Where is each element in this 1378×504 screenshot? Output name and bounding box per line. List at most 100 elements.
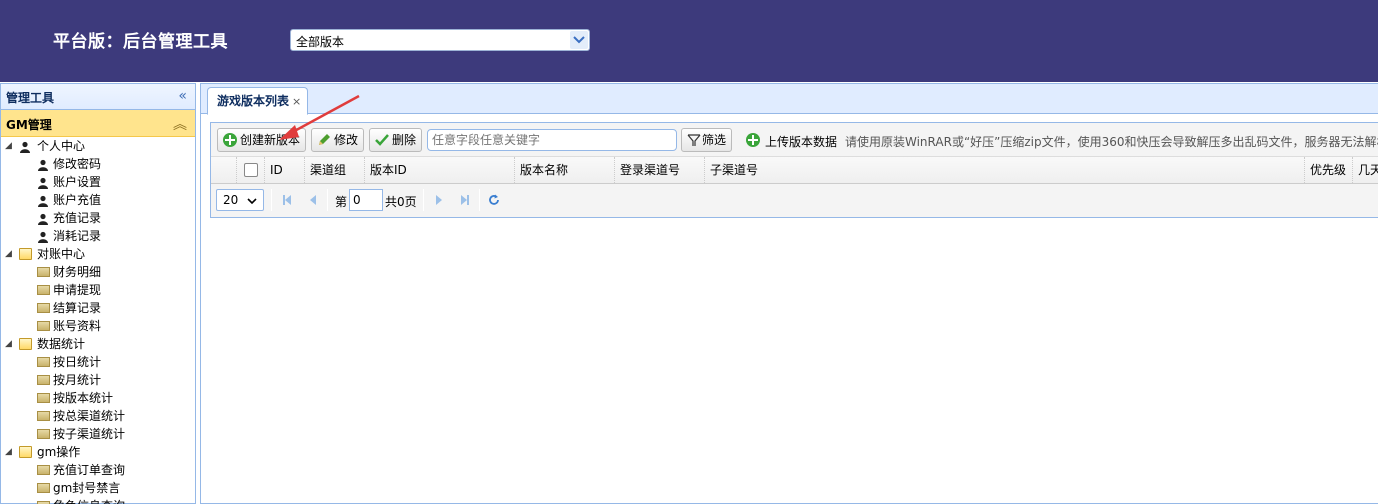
folder-icon	[37, 267, 50, 277]
pager-separator	[423, 189, 424, 211]
accordion-gm-title: GM管理	[6, 118, 52, 132]
tree-item-label: 按子渠道统计	[53, 427, 126, 441]
collapse-left-icon[interactable]: «	[178, 88, 187, 104]
column-priority[interactable]: 优先级	[1305, 157, 1353, 183]
page-number-input[interactable]	[349, 189, 383, 211]
grid-header: ID 渠道组 版本ID 版本名称 登录渠道号 子渠道号 优先级 几天	[211, 157, 1378, 184]
column-login-channel[interactable]: 登录渠道号	[615, 157, 705, 183]
folder-icon	[37, 429, 50, 439]
pager-separator	[479, 189, 480, 211]
tree-item[interactable]: 按月统计	[1, 371, 195, 389]
tree-group-label: 数据统计	[37, 337, 86, 351]
tree-group-gm[interactable]: ◢ gm操作	[1, 443, 195, 461]
filter-button[interactable]: 筛选	[681, 128, 733, 152]
annotation-arrow	[279, 94, 360, 140]
keyword-search-input[interactable]	[427, 129, 677, 151]
upload-hint-text: 请使用原装WinRAR或“好压”压缩zip文件，使用360和快压会导致解压多出乱…	[845, 135, 1378, 149]
folder-icon	[37, 321, 50, 331]
next-page-icon[interactable]	[433, 194, 445, 206]
tree-item-label: 申请提现	[53, 283, 102, 297]
column-channel-group[interactable]: 渠道组	[305, 157, 365, 183]
accordion-gm-header[interactable]: GM管理 ︽	[1, 110, 195, 137]
tree-item[interactable]: 按子渠道统计	[1, 425, 195, 443]
page-size-select[interactable]: 20	[216, 189, 264, 211]
user-icon	[37, 176, 50, 189]
add-icon	[746, 133, 760, 147]
tree-item-label: 充值订单查询	[53, 463, 126, 477]
top-header: 平台版：后台管理工具 全部版本	[0, 0, 1378, 82]
expand-toggle-icon[interactable]: ◢	[5, 245, 12, 263]
refresh-icon[interactable]	[488, 194, 500, 206]
tree-item[interactable]: 账号资料	[1, 317, 195, 335]
tree-item[interactable]: 账户充值	[1, 191, 195, 209]
folder-icon	[37, 411, 50, 421]
select-all-column	[237, 157, 265, 183]
tree-item[interactable]: 按总渠道统计	[1, 407, 195, 425]
main-panel: 游戏版本列表× 创建新版本 修改 删除 筛选 上传版本数	[200, 83, 1378, 504]
first-page-icon[interactable]	[281, 194, 293, 206]
tree-item[interactable]: 账户设置	[1, 173, 195, 191]
folder-icon	[37, 303, 50, 313]
tree-item[interactable]: 申请提现	[1, 281, 195, 299]
app-title: 平台版：后台管理工具	[53, 32, 228, 52]
folder-icon	[37, 375, 50, 385]
tree-item[interactable]: 充值订单查询	[1, 461, 195, 479]
filter-label: 筛选	[702, 133, 727, 147]
upload-label: 上传版本数据	[765, 135, 838, 149]
tree-item-label: 修改密码	[53, 157, 102, 171]
version-select-value: 全部版本	[296, 35, 345, 49]
filter-icon	[687, 134, 701, 146]
tree-item[interactable]: 消耗记录	[1, 227, 195, 245]
select-all-checkbox[interactable]	[244, 163, 258, 177]
prev-page-icon[interactable]	[307, 194, 319, 206]
folder-icon	[37, 393, 50, 403]
tab-bar: 游戏版本列表 ×	[201, 84, 1378, 115]
collapse-up-icon[interactable]: ︽	[173, 114, 187, 134]
tree-item[interactable]: gm封号禁言	[1, 479, 195, 497]
tree-item[interactable]: 充值记录	[1, 209, 195, 227]
tree-item[interactable]: 财务明细	[1, 263, 195, 281]
last-page-icon[interactable]	[459, 194, 471, 206]
column-version-id[interactable]: 版本ID	[365, 157, 515, 183]
tree-item-label: 按总渠道统计	[53, 409, 126, 423]
column-sub-channel[interactable]: 子渠道号	[705, 157, 1305, 183]
tree-item[interactable]: 按日统计	[1, 353, 195, 371]
expand-toggle-icon[interactable]: ◢	[5, 443, 12, 461]
column-id[interactable]: ID	[265, 157, 305, 183]
tree-item[interactable]: 按版本统计	[1, 389, 195, 407]
page-size-value: 20	[223, 193, 239, 207]
tree-item[interactable]: 结算记录	[1, 299, 195, 317]
chevron-down-icon[interactable]	[570, 31, 588, 49]
tree-group-billing[interactable]: ◢ 对账中心	[1, 245, 195, 263]
tree-group-label: 个人中心	[37, 139, 86, 153]
folder-open-icon	[19, 338, 32, 350]
expand-toggle-icon[interactable]: ◢	[5, 137, 12, 155]
nav-tree: ◢ 个人中心修改密码账户设置账户充值充值记录消耗记录 ◢ 对账中心 财务明细申请提现结算…	[1, 137, 195, 504]
folder-icon	[37, 483, 50, 493]
user-icon	[19, 140, 32, 153]
version-select[interactable]: 全部版本	[290, 29, 590, 51]
user-icon	[37, 230, 50, 243]
row-number-column	[211, 157, 237, 183]
version-datagrid: 创建新版本 修改 删除 筛选 上传版本数据 请使用原装WinRAR或“好压”压缩…	[210, 122, 1378, 218]
column-days[interactable]: 几天	[1353, 157, 1378, 183]
folder-icon	[37, 285, 50, 295]
tree-item[interactable]: 角色信息查询	[1, 497, 195, 504]
total-pages-text: 共0页	[385, 195, 417, 209]
column-version-name[interactable]: 版本名称	[515, 157, 615, 183]
check-icon	[375, 134, 389, 146]
tree-item-label: 充值记录	[53, 211, 102, 225]
grid-toolbar: 创建新版本 修改 删除 筛选 上传版本数据 请使用原装WinRAR或“好压”压缩…	[211, 123, 1378, 157]
folder-open-icon	[19, 446, 32, 458]
tree-group-personal[interactable]: ◢ 个人中心	[1, 137, 195, 155]
tree-item[interactable]: 修改密码	[1, 155, 195, 173]
tree-item-label: 按日统计	[53, 355, 102, 369]
page-label: 第	[335, 195, 348, 209]
sidebar: 管理工具 « GM管理 ︽ ◢ 个人中心 修改密码 账户设置 账户充值 充值记录 消耗记录 ◢…	[0, 83, 196, 504]
tree-item-label: 结算记录	[53, 301, 102, 315]
delete-label: 删除	[392, 133, 417, 147]
expand-toggle-icon[interactable]: ◢	[5, 335, 12, 353]
tree-group-stats[interactable]: ◢ 数据统计	[1, 335, 195, 353]
delete-button[interactable]: 删除	[369, 128, 423, 152]
tree-item-label: 账户充值	[53, 193, 102, 207]
